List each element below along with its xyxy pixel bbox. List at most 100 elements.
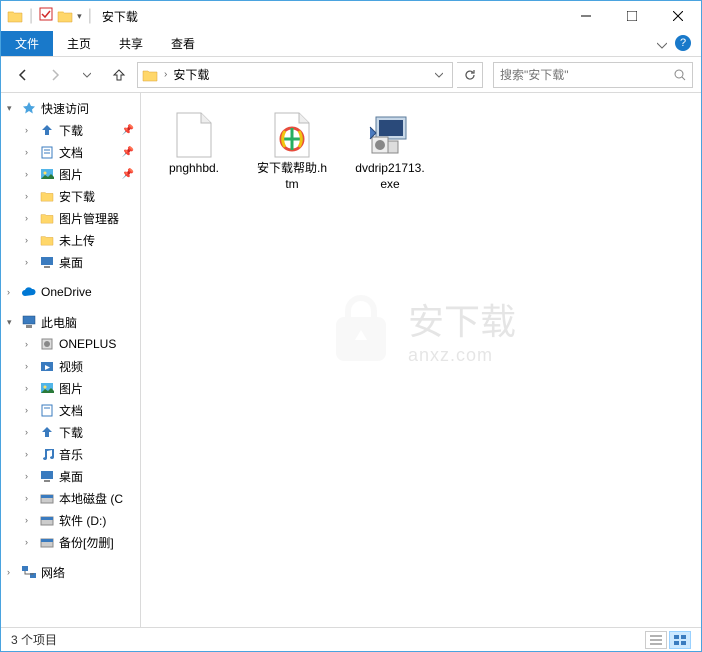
chevron-right-icon[interactable]: › xyxy=(25,427,35,437)
sidebar-item[interactable]: ›备份[勿删] xyxy=(1,531,140,553)
pin-icon: 📌 xyxy=(122,125,134,136)
chevron-right-icon[interactable]: › xyxy=(25,449,35,459)
file-label: 安下载帮助.htm xyxy=(257,161,327,192)
file-item[interactable]: pnghhbd. xyxy=(155,107,233,181)
tab-view[interactable]: 查看 xyxy=(157,31,209,56)
sidebar-item[interactable]: › 图片 📌 xyxy=(1,163,140,185)
search-input[interactable] xyxy=(500,68,674,82)
folder-icon xyxy=(57,8,73,24)
sidebar-quick-access[interactable]: ▾ 快速访问 xyxy=(1,97,140,119)
sidebar-item[interactable]: ›本地磁盘 (C xyxy=(1,487,140,509)
refresh-button[interactable] xyxy=(457,62,483,88)
chevron-right-icon[interactable]: › xyxy=(25,125,35,135)
sidebar-onedrive[interactable]: › OneDrive xyxy=(1,281,140,303)
chevron-right-icon[interactable]: › xyxy=(7,567,17,577)
sidebar-item-label: 未上传 xyxy=(59,232,95,249)
sidebar-item-label: 图片 xyxy=(59,380,83,397)
breadcrumb-folder[interactable]: 安下载 xyxy=(173,66,209,83)
chevron-right-icon[interactable]: › xyxy=(25,383,35,393)
address-dropdown[interactable] xyxy=(430,64,448,86)
sidebar-item[interactable]: ›软件 (D:) xyxy=(1,509,140,531)
folder-icon xyxy=(7,8,23,24)
chevron-right-icon[interactable]: › xyxy=(25,493,35,503)
sidebar-item[interactable]: ›文档📌 xyxy=(1,141,140,163)
chevron-right-icon[interactable]: › xyxy=(25,191,35,201)
pc-icon xyxy=(21,314,37,330)
sidebar-network[interactable]: › 网络 xyxy=(1,561,140,583)
chevron-right-icon[interactable]: › xyxy=(25,405,35,415)
tab-home[interactable]: 主页 xyxy=(53,31,105,56)
pin-icon: 📌 xyxy=(122,169,134,180)
sidebar-item[interactable]: ›ONEPLUS xyxy=(1,333,140,355)
chevron-right-icon[interactable]: › xyxy=(25,339,35,349)
file-item[interactable]: 安下载帮助.htm xyxy=(253,107,331,196)
qat-dropdown[interactable]: ▾ xyxy=(77,11,82,22)
maximize-button[interactable] xyxy=(609,1,655,31)
file-exe-icon xyxy=(366,111,414,159)
recent-dropdown[interactable] xyxy=(73,61,101,89)
chevron-right-icon[interactable]: › xyxy=(25,515,35,525)
breadcrumb-sep: › xyxy=(164,69,167,80)
download-icon xyxy=(39,424,55,440)
network-icon xyxy=(21,564,37,580)
view-details-button[interactable] xyxy=(645,631,667,649)
chevron-down-icon[interactable]: ▾ xyxy=(7,317,17,328)
sidebar-item[interactable]: › 图片 xyxy=(1,377,140,399)
content-pane[interactable]: pnghhbd. 安下载帮助.htm dvdrip21713.exe 安下载 anx… xyxy=(141,93,701,627)
sidebar-item[interactable]: › 安下载 xyxy=(1,185,140,207)
separator: | xyxy=(88,7,92,25)
desktop-icon xyxy=(39,468,55,484)
ribbon-tabs: 文件 主页 共享 查看 ? xyxy=(1,31,701,57)
sidebar-item[interactable]: ›音乐 xyxy=(1,443,140,465)
chevron-right-icon[interactable]: › xyxy=(25,257,35,267)
address-bar[interactable]: › 安下载 xyxy=(137,62,453,88)
video-icon xyxy=(39,358,55,374)
chevron-right-icon[interactable]: › xyxy=(25,213,35,223)
watermark: 安下载 anxz.com xyxy=(326,293,516,366)
file-label: dvdrip21713.exe xyxy=(355,161,425,192)
up-button[interactable] xyxy=(105,61,133,89)
chevron-right-icon[interactable]: › xyxy=(25,235,35,245)
sidebar-item[interactable]: ›文档 xyxy=(1,399,140,421)
checkbox-icon[interactable] xyxy=(39,7,53,26)
chevron-right-icon[interactable]: › xyxy=(25,169,35,179)
sidebar-item[interactable]: › 未上传 xyxy=(1,229,140,251)
picture-icon xyxy=(39,380,55,396)
chevron-right-icon[interactable]: › xyxy=(25,471,35,481)
sidebar-item[interactable]: › 桌面 xyxy=(1,465,140,487)
sidebar-item-label: 快速访问 xyxy=(41,100,89,117)
chevron-right-icon[interactable]: › xyxy=(25,537,35,547)
ribbon-expand-icon[interactable] xyxy=(657,37,667,55)
sidebar-item-label: 安下载 xyxy=(59,188,95,205)
sidebar-item-label: 桌面 xyxy=(59,468,83,485)
sidebar-item[interactable]: ›下载📌 xyxy=(1,119,140,141)
back-button[interactable] xyxy=(9,61,37,89)
sidebar-item-label: 图片 xyxy=(59,166,83,183)
forward-button[interactable] xyxy=(41,61,69,89)
watermark-sub: anxz.com xyxy=(408,345,516,366)
tab-share[interactable]: 共享 xyxy=(105,31,157,56)
desktop-icon xyxy=(39,254,55,270)
tab-file[interactable]: 文件 xyxy=(1,31,53,56)
download-icon xyxy=(39,122,55,138)
sidebar[interactable]: ▾ 快速访问 ›下载📌›文档📌›图片📌›安下载›图片管理器›未上传›桌面 › O… xyxy=(1,93,141,627)
status-count: 3 个项目 xyxy=(11,631,57,648)
folder-icon xyxy=(142,67,158,83)
file-item[interactable]: dvdrip21713.exe xyxy=(351,107,429,196)
sidebar-item[interactable]: ›桌面 xyxy=(1,251,140,273)
sidebar-item[interactable]: ›视频 xyxy=(1,355,140,377)
music-icon xyxy=(39,446,55,462)
chevron-right-icon[interactable]: › xyxy=(25,361,35,371)
chevron-right-icon[interactable]: › xyxy=(25,147,35,157)
help-icon[interactable]: ? xyxy=(675,35,691,51)
close-button[interactable] xyxy=(655,1,701,31)
sidebar-item-label: 文档 xyxy=(59,144,83,161)
sidebar-this-pc[interactable]: ▾ 此电脑 xyxy=(1,311,140,333)
chevron-right-icon[interactable]: › xyxy=(7,287,17,297)
minimize-button[interactable] xyxy=(563,1,609,31)
sidebar-item[interactable]: ›图片管理器 xyxy=(1,207,140,229)
search-box[interactable] xyxy=(493,62,693,88)
view-icons-button[interactable] xyxy=(669,631,691,649)
chevron-down-icon[interactable]: ▾ xyxy=(7,103,17,114)
sidebar-item[interactable]: ›下载 xyxy=(1,421,140,443)
